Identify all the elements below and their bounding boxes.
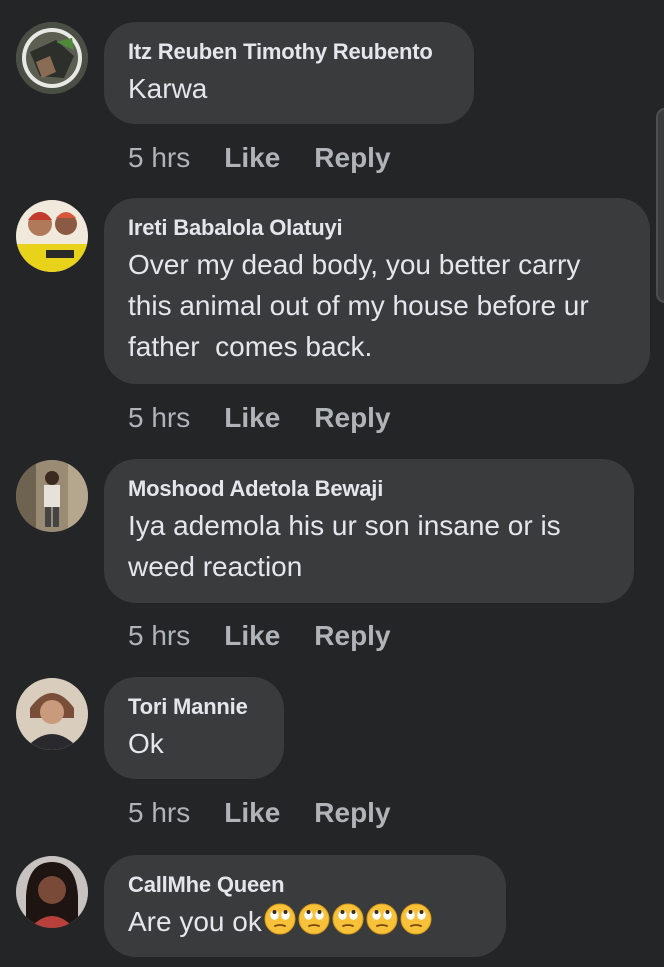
reply-button[interactable]: Reply [314,142,390,173]
comment-text: Karwa [128,73,208,104]
avatar-photo [16,22,88,94]
comment-actions: 5 hrs Like Reply [128,796,391,830]
avatar[interactable] [16,200,88,272]
comment-text: Over my dead body, you better carry this… [128,249,597,362]
avatar-photo [16,856,88,928]
scrollbar-thumb[interactable] [656,108,664,303]
avatar-photo [16,460,88,532]
comment-bubble: CallMhe Queen Are you ok [104,855,506,957]
like-button[interactable]: Like [224,142,280,173]
comment-text: Ok [128,728,164,759]
reply-button[interactable]: Reply [314,620,390,651]
comment-author[interactable]: Ireti Babalola Olatuyi [128,214,626,242]
comment-actions: 5 hrs Like Reply [128,141,391,175]
comment-actions: 5 hrs Like Reply [128,619,391,653]
comment-timestamp[interactable]: 5 hrs [128,797,190,828]
avatar-photo [16,678,88,750]
like-button[interactable]: Like [224,620,280,651]
comment-text: Are you ok [128,901,482,946]
comment-timestamp[interactable]: 5 hrs [128,142,190,173]
face-with-rolling-eyes-emoji [400,903,432,935]
reply-button[interactable]: Reply [314,797,390,828]
reply-button[interactable]: Reply [314,402,390,433]
comment-text: Iya ademola his ur son insane or is weed… [128,510,569,582]
comment-text-content: Are you ok [128,906,262,937]
like-button[interactable]: Like [224,797,280,828]
comment-actions: 5 hrs Like Reply [128,401,391,435]
comment-author[interactable]: Moshood Adetola Bewaji [128,475,610,503]
comment-bubble: Ireti Babalola Olatuyi Over my dead body… [104,198,650,384]
face-with-rolling-eyes-emoji [366,903,398,935]
avatar[interactable] [16,22,88,94]
avatar[interactable] [16,856,88,928]
comments-screen: Itz Reuben Timothy Reubento Karwa 5 hrs L… [0,0,664,967]
comment-bubble: Moshood Adetola Bewaji Iya ademola his u… [104,459,634,603]
face-with-rolling-eyes-emoji [332,903,364,935]
comment-author[interactable]: Itz Reuben Timothy Reubento [128,38,450,66]
comment-author[interactable]: CallMhe Queen [128,871,482,899]
avatar[interactable] [16,678,88,750]
avatar[interactable] [16,460,88,532]
avatar-photo [16,200,88,272]
comment-timestamp[interactable]: 5 hrs [128,402,190,433]
face-with-rolling-eyes-emoji [264,903,296,935]
face-with-rolling-eyes-emoji [298,903,330,935]
emoji-row [262,903,432,946]
comment-bubble: Itz Reuben Timothy Reubento Karwa [104,22,474,124]
comment-timestamp[interactable]: 5 hrs [128,620,190,651]
comment-author[interactable]: Tori Mannie [128,693,260,721]
comment-bubble: Tori Mannie Ok [104,677,284,779]
like-button[interactable]: Like [224,402,280,433]
